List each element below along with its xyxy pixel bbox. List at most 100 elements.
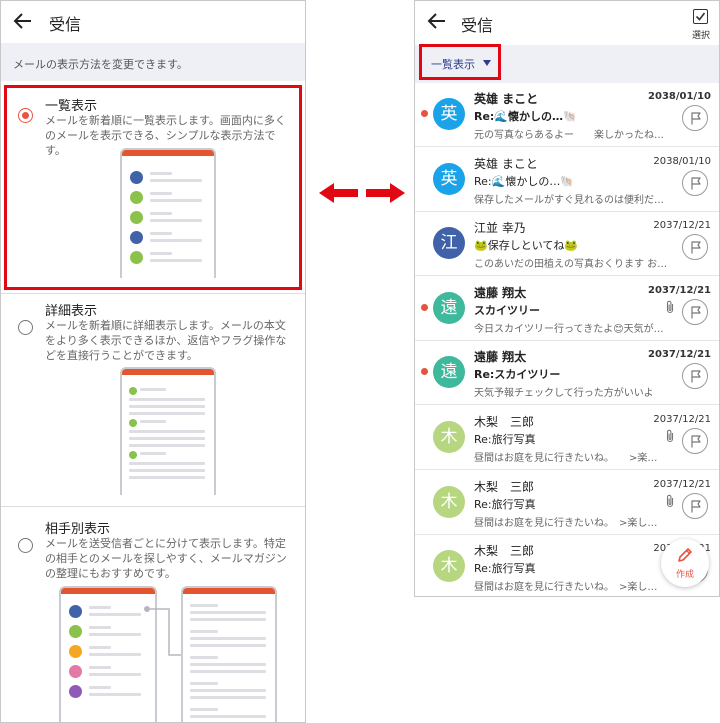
mail-sender: 英雄 まこと <box>474 156 538 171</box>
mail-subject: Re:旅行写真 <box>474 562 536 576</box>
avatar[interactable]: 木 <box>433 421 465 453</box>
page-title: 受信 <box>49 15 82 34</box>
right-arrow-icon <box>366 183 405 203</box>
list-view-illustration <box>120 148 216 278</box>
avatar[interactable]: 江 <box>433 227 465 260</box>
mail-row[interactable]: 遠遠藤 翔太 2037/12/21 Re:スカイツリー 天気予報チェックして行った方が… <box>415 341 719 406</box>
compose-button[interactable]: 作成 <box>661 539 709 587</box>
mail-preview: 昼間はお庭を見に行きたいね。 >楽し… <box>474 517 658 529</box>
mail-subject: 🐸保存しといてね🐸 <box>474 239 579 253</box>
avatar[interactable]: 英 <box>433 98 465 130</box>
mail-sender: 木梨 三郎 <box>474 544 535 559</box>
flag-icon <box>691 241 701 254</box>
left-arrow-icon <box>319 183 358 203</box>
flag-button[interactable] <box>682 428 708 454</box>
option-title: 相手別表示 <box>45 522 111 537</box>
flag-icon <box>691 435 701 448</box>
paperclip-icon <box>666 494 674 507</box>
option-title: 一覧表示 <box>45 99 98 114</box>
flag-icon <box>691 499 701 513</box>
mail-date: 2038/01/10 <box>653 155 711 167</box>
select-label: 選択 <box>691 31 710 41</box>
checkbox-icon <box>693 9 708 24</box>
mail-preview: このあいだの田植えの写真おくります お… <box>474 259 668 271</box>
contact-view-illustration-right <box>181 586 277 722</box>
mail-subject: Re:🌊懐かしの…🐚 <box>474 174 575 188</box>
mail-subject: スカイツリー <box>474 303 540 317</box>
option-list-view[interactable]: 一覧表示 メールを新着順に一覧表示します。画面内に多くのメールを表示できる、シン… <box>1 81 305 291</box>
flag-button[interactable] <box>682 169 708 196</box>
mail-preview: 昼間はお庭を見に行きたいね。 >楽… <box>474 453 658 464</box>
mail-sender: 江並 幸乃 <box>474 221 526 236</box>
flag-button[interactable] <box>682 492 708 519</box>
mail-date: 2037/12/21 <box>653 220 711 232</box>
flag-icon <box>691 306 701 319</box>
unread-dot-icon <box>421 368 428 376</box>
radio-icon[interactable] <box>18 538 33 553</box>
mail-subject: Re:🌊懐かしの…🐚 <box>474 110 577 123</box>
mail-preview: 昼間はお庭を見に行きたいね。 >楽し… <box>474 582 658 594</box>
flag-button[interactable] <box>682 105 708 131</box>
info-text: メールの表示方法を変更できます。 <box>13 58 188 71</box>
info-band: メールの表示方法を変更できます。 <box>1 43 305 81</box>
mail-row[interactable]: 英英雄 まこと 2038/01/10 Re:🌊懐かしの…🐚 保存したメールがすぐ見れる… <box>415 147 719 212</box>
avatar[interactable]: 英 <box>433 162 465 195</box>
avatar[interactable]: 遠 <box>433 291 465 324</box>
mail-sender: 英雄 まこと <box>474 92 539 106</box>
flag-icon <box>691 112 701 125</box>
flag-icon <box>691 370 701 383</box>
back-arrow-icon[interactable] <box>11 9 35 33</box>
radio-icon[interactable] <box>18 320 33 335</box>
mail-date: 2038/01/10 <box>648 91 711 102</box>
option-description: メールを送受信者ごとに分けて表示します。特定の相手とのメールを探しやすく、メール… <box>45 537 287 580</box>
mail-preview: 元の写真ならあるよー 楽しかったね… <box>474 130 664 141</box>
mail-preview: 今日スカイツリー行ってきたよ😊天気が… <box>474 323 664 335</box>
mail-row[interactable]: 江江並 幸乃 2037/12/21 🐸保存しといてね🐸 このあいだの田植えの写真おくり… <box>415 212 719 277</box>
mail-sender: 遠藤 翔太 <box>474 285 527 300</box>
mail-sender: 木梨 三郎 <box>474 415 535 429</box>
back-arrow-icon[interactable] <box>425 9 449 33</box>
mail-row[interactable]: 木木梨 三郎 2037/12/21 Re:旅行写真昼間はお庭を見に行きたいね。 >楽… <box>415 470 719 535</box>
page-title: 受信 <box>461 16 494 35</box>
unread-dot-icon <box>421 303 428 311</box>
mail-date: 2037/12/21 <box>653 414 711 425</box>
mail-subject: Re:旅行写真 <box>474 497 536 511</box>
avatar[interactable]: 遠 <box>433 356 465 389</box>
select-button[interactable]: 選択 <box>687 7 715 43</box>
mail-row[interactable]: 遠遠藤 翔太 2037/12/21 スカイツリー今日スカイツリー行ってきたよ😊天気が… <box>415 276 719 341</box>
mail-date: 2037/12/21 <box>653 478 711 490</box>
option-description: メールを新着順に詳細表示します。メールの本文をより多く表示できるほか、返信やフラ… <box>45 319 287 362</box>
avatar[interactable]: 木 <box>433 550 465 583</box>
mail-row[interactable]: 木木梨 三郎 2037/12/21 Re:旅行写真昼間はお庭を見に行きたいね。 >楽… <box>415 406 719 470</box>
settings-panel: 受信 メールの表示方法を変更できます。 一覧表示 メールを新着順に一覧表示します… <box>0 0 306 723</box>
mail-subject: Re:旅行写真 <box>474 433 536 446</box>
mail-sender: 木梨 三郎 <box>474 479 535 494</box>
option-title: 詳細表示 <box>45 304 98 319</box>
mail-row[interactable]: 英英雄 まこと 2038/01/10 Re:🌊懐かしの…🐚 元の写真ならあるよー 楽し… <box>415 83 719 147</box>
inbox-panel: 受信 選択 一覧表示 英英雄 まこと 2038/01/10 Re:🌊懐かしの…🐚 元の… <box>414 0 720 597</box>
mail-date: 2037/12/21 <box>648 349 711 361</box>
compose-label: 作成 <box>675 570 694 580</box>
unread-dot-icon <box>421 110 428 117</box>
paperclip-icon <box>666 300 674 313</box>
paperclip-icon <box>666 429 674 443</box>
mail-date: 2037/12/21 <box>648 284 711 296</box>
view-mode-dropdown[interactable]: 一覧表示 <box>431 56 475 72</box>
flag-icon <box>691 176 701 190</box>
view-mode-bar: 一覧表示 <box>415 45 719 83</box>
avatar[interactable]: 木 <box>433 485 465 518</box>
settings-header: 受信 <box>1 1 305 43</box>
option-detail-view[interactable]: 詳細表示 メールを新着順に詳細表示します。メールの本文をより多く表示できるほか、… <box>1 294 305 504</box>
detail-view-illustration <box>120 367 216 495</box>
flag-button[interactable] <box>682 363 708 390</box>
inbox-header: 受信 選択 <box>415 1 719 45</box>
pencil-icon <box>678 548 692 562</box>
mail-subject: Re:スカイツリー <box>474 368 561 382</box>
mail-preview: 保存したメールがすぐ見れるのは便利だ… <box>474 194 664 206</box>
option-contact-view[interactable]: 相手別表示 メールを送受信者ごとに分けて表示します。特定の相手とのメールを探しや… <box>1 507 305 722</box>
flag-button[interactable] <box>682 298 708 325</box>
mail-sender: 遠藤 翔太 <box>474 350 527 365</box>
chevron-down-icon[interactable] <box>483 60 491 66</box>
flag-button[interactable] <box>682 234 708 261</box>
radio-icon[interactable] <box>18 108 33 123</box>
